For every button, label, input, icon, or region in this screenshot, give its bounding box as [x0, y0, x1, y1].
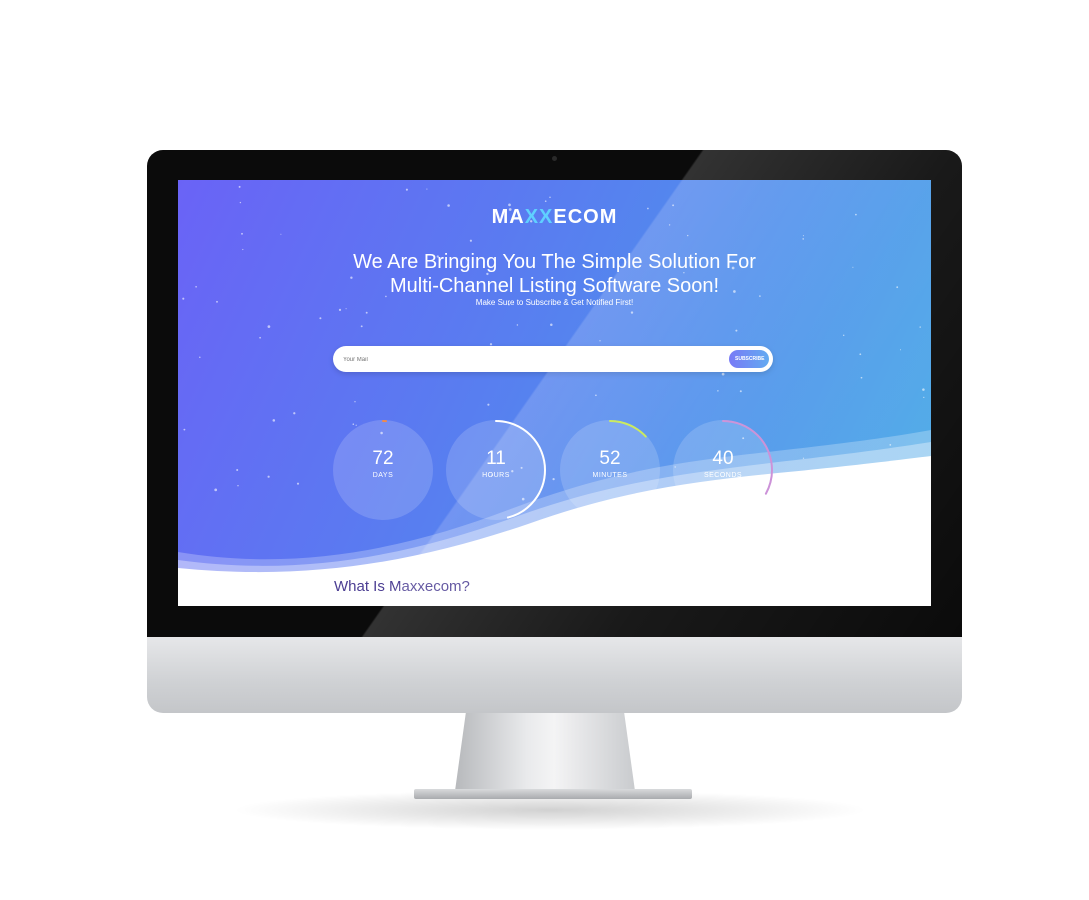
- logo-text-end: ECOM: [553, 206, 618, 228]
- wave-divider: [178, 430, 931, 606]
- email-input[interactable]: [341, 351, 725, 369]
- countdown-progress-arc: [446, 420, 546, 520]
- countdown-days: 72 DAYS: [333, 420, 433, 520]
- countdown-minutes-value: 52: [599, 448, 621, 469]
- subscribe-button[interactable]: SUBSCRIBE: [729, 350, 769, 368]
- countdown-ring: [333, 420, 433, 520]
- monitor-stand-base: [414, 789, 692, 799]
- headline-line-2: Multi-Channel Listing Software Soon!: [389, 275, 720, 297]
- hero-subheadline: Make Sure to Subscribe & Get Notified Fi…: [475, 298, 634, 307]
- countdown-seconds: 40 SECONDS: [673, 420, 773, 520]
- countdown-hours-label: HOURS: [482, 472, 510, 479]
- countdown-hours-value: 11: [486, 448, 506, 469]
- countdown-minutes: 52 MINUTES: [560, 420, 660, 520]
- hero-headline: We Are Bringing You The Simple Solution …: [178, 250, 931, 298]
- logo: MAXXECOM: [178, 206, 931, 229]
- countdown-seconds-value: 40: [712, 448, 734, 469]
- countdown-ring: [446, 420, 546, 520]
- countdown-days-label: DAYS: [372, 472, 394, 479]
- monitor-bezel: MAXXECOM We Are Bringing You The Simple …: [147, 150, 962, 637]
- countdown-hours: 11 HOURS: [446, 420, 546, 520]
- monitor: MAXXECOM We Are Bringing You The Simple …: [147, 150, 962, 713]
- logo-text-start: MA: [491, 206, 525, 228]
- monitor-chin: [147, 637, 962, 713]
- countdown-progress-arc: [333, 420, 433, 520]
- headline-line-1: We Are Bringing You The Simple Solution …: [353, 251, 756, 273]
- countdown-progress-arc: [673, 420, 773, 520]
- countdown-days-value: 72: [372, 448, 394, 469]
- monitor-stand: [455, 713, 635, 791]
- countdown-ring: [560, 420, 660, 520]
- logo-mark: XX: [524, 206, 554, 228]
- countdown-progress-arc: [560, 420, 660, 520]
- camera-icon: [552, 156, 557, 161]
- countdown-seconds-label: SECONDS: [703, 472, 743, 479]
- section-title: What Is Maxxecom?: [334, 578, 470, 595]
- countdown-minutes-label: MINUTES: [592, 472, 628, 479]
- screen: MAXXECOM We Are Bringing You The Simple …: [178, 180, 931, 606]
- subscribe-form: SUBSCRIBE: [333, 346, 773, 372]
- countdown-ring: [673, 420, 773, 520]
